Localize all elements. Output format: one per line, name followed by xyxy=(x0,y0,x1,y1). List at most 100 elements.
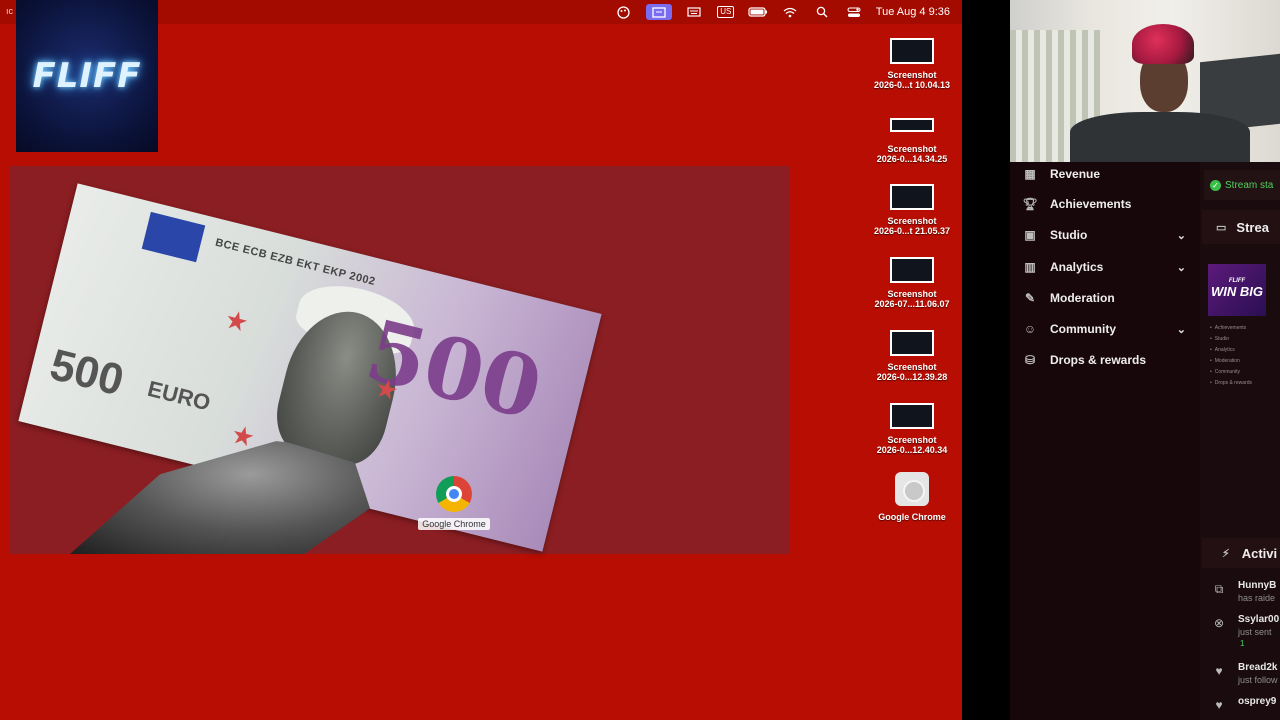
desktop-file[interactable]: Screenshot 2026-0...12.40.34 xyxy=(862,403,962,455)
desktop-file-name: Screenshot xyxy=(887,435,937,445)
search-icon[interactable] xyxy=(812,4,832,20)
desktop-file-sub: 2026-0...t 10.04.13 xyxy=(873,80,951,90)
lightning-icon: ⚡︎ xyxy=(1222,547,1230,560)
desktop-file[interactable]: Screenshot 2026-0...12.39.28 xyxy=(862,330,962,382)
banknote-currency: EURO xyxy=(145,375,213,416)
activity-feed-title: Activi xyxy=(1241,545,1278,561)
mini-nav-label: Achievements xyxy=(1214,324,1247,331)
preview-icon: ▭ xyxy=(1216,221,1227,234)
activity-feed-header[interactable]: ⚡︎ Activi xyxy=(1202,538,1280,568)
menu-bar-clock[interactable]: Tue Aug 4 9:36 xyxy=(876,6,950,18)
desktop-file[interactable]: Screenshot 2026-0...14.34.25 xyxy=(862,112,962,164)
wrench-icon: ✎ xyxy=(1024,291,1036,305)
input-source-label: US xyxy=(717,6,735,18)
revenue-icon: ▦ xyxy=(1024,167,1036,181)
activity-text: just sent xyxy=(1238,627,1272,637)
dragged-chrome-icon[interactable]: Google Chrome xyxy=(418,472,490,530)
sidebar-item-achievements[interactable]: 🏆︎ Achievements xyxy=(1010,192,1200,216)
wifi-icon[interactable] xyxy=(780,4,800,20)
mini-nav-item: • Analytics xyxy=(1210,346,1235,353)
stream-thumbnail[interactable]: FLIFF WIN BIG xyxy=(1208,264,1266,316)
sidebar-item-label: Achievements xyxy=(1050,197,1132,211)
chrome-app-icon xyxy=(895,472,929,506)
star-icon: ★ xyxy=(221,303,252,339)
stream-preview-title: Strea xyxy=(1236,219,1269,235)
sidebar-item-label: Analytics xyxy=(1050,260,1104,274)
sidebar-item-community[interactable]: ☺ Community ⌄ xyxy=(1010,317,1200,341)
desktop-file[interactable]: Screenshot 2026-0...t 10.04.13 xyxy=(862,38,962,90)
desktop-file[interactable]: Screenshot 2026-0...t 21.05.37 xyxy=(862,184,962,236)
desktop-file[interactable]: Screenshot 2026-07...11.06.07 xyxy=(862,257,962,309)
screenshot-thumbnail-icon xyxy=(890,118,934,132)
desktop-file-sub: 2026-0...t 21.05.37 xyxy=(873,226,951,236)
activity-item[interactable]: ⊗ Ssylar00 just sent 1 xyxy=(1200,610,1280,648)
gift-icon: ⊗ xyxy=(1213,616,1225,630)
mini-nav-label: Community xyxy=(1214,368,1241,375)
screenshot-thumbnail-icon xyxy=(890,330,934,356)
desktop: ıc US Tue Aug 4 9:36 FLIFF BCE ECB EZB E… xyxy=(0,0,962,720)
mini-nav-item: • Moderation xyxy=(1210,357,1240,364)
mini-nav-item: • Drops & rewards xyxy=(1210,379,1252,386)
mini-nav-item: • Studio xyxy=(1210,335,1229,342)
chevron-down-icon[interactable]: ⌄ xyxy=(1177,323,1186,336)
screen-share-icon[interactable] xyxy=(645,4,672,20)
mini-nav-label: Moderation xyxy=(1214,357,1240,364)
webcam-feed xyxy=(1010,0,1280,162)
input-source-indicator[interactable]: US xyxy=(716,4,736,20)
activity-item[interactable]: ♥ Bread2k just follow xyxy=(1200,658,1280,692)
sidebar-item-label: Drops & rewards xyxy=(1050,353,1147,367)
check-circle-icon: ✓ xyxy=(1210,179,1221,191)
sidebar-item-label: Studio xyxy=(1050,228,1088,242)
desktop-app-name: Google Chrome xyxy=(878,512,946,522)
activity-user: HunnyB xyxy=(1238,580,1277,591)
screenshot-thumbnail-icon xyxy=(890,38,934,64)
activity-text: has raide xyxy=(1238,593,1276,603)
activity-user: Bread2k xyxy=(1238,662,1278,673)
desktop-file-sub: 2026-0...12.40.34 xyxy=(876,445,948,455)
sidebar-item-analytics[interactable]: ▥ Analytics ⌄ xyxy=(1010,255,1200,279)
sidebar-item-revenue[interactable]: ▦ Revenue xyxy=(1010,162,1200,186)
sidebar-item-moderation[interactable]: ✎ Moderation xyxy=(1010,286,1200,310)
keyboard-icon[interactable] xyxy=(684,4,704,20)
mini-nav-item: • Community xyxy=(1210,368,1241,375)
menu-bar-left-fragment: ıc xyxy=(6,6,14,16)
desktop-file-name: Screenshot xyxy=(887,216,937,226)
screenshot-thumbnail-icon xyxy=(890,257,934,283)
trophy-icon: 🏆︎ xyxy=(1022,197,1038,211)
chevron-down-icon[interactable]: ⌄ xyxy=(1177,261,1186,274)
desktop-file-sub: 2026-0...12.39.28 xyxy=(876,372,948,382)
stream-status-text: Stream sta xyxy=(1225,179,1274,191)
activity-user: Ssylar00 xyxy=(1238,614,1280,625)
drops-icon: ⛁ xyxy=(1024,353,1036,367)
chevron-down-icon[interactable]: ⌄ xyxy=(1177,229,1186,242)
stream-preview-header[interactable]: ▭ Strea xyxy=(1202,210,1280,244)
stream-panel: ✓ Stream sta ▭ Strea FLIFF WIN BIG • Ach… xyxy=(1200,162,1280,720)
sidebar-item-label: Community xyxy=(1050,322,1116,336)
mini-nav-label: Drops & rewards xyxy=(1214,379,1252,386)
activity-item[interactable]: ⧉ HunnyB has raide xyxy=(1200,576,1280,610)
mini-nav-label: Studio xyxy=(1214,335,1229,342)
dashboard-sidebar: ▦ Revenue 🏆︎ Achievements ▣ Studio ⌄ ▥ A… xyxy=(1010,162,1200,720)
banknote-small-value: 500 xyxy=(45,340,129,406)
desktop-file-sub: 2026-0...14.34.25 xyxy=(876,154,948,164)
sidebar-item-drops-rewards[interactable]: ⛁ Drops & rewards xyxy=(1010,348,1200,372)
mini-nav-label: Analytics xyxy=(1214,346,1235,353)
analytics-icon: ▥ xyxy=(1024,260,1036,274)
heart-icon: ♥ xyxy=(1215,664,1223,678)
activity-text: just follow xyxy=(1238,675,1278,685)
battery-icon[interactable] xyxy=(748,4,768,20)
desktop-file-sub: 2026-07...11.06.07 xyxy=(874,299,950,309)
desktop-app-chrome[interactable]: Google Chrome xyxy=(862,472,962,522)
desktop-file-name: Screenshot xyxy=(887,289,937,299)
stream-status: ✓ Stream sta xyxy=(1204,170,1280,200)
stream-preview-mini-nav: • Achievements • Studio • Analytics • Mo… xyxy=(1210,322,1276,386)
webcam-hair xyxy=(1132,24,1194,64)
sidebar-item-label: Revenue xyxy=(1050,167,1101,181)
activity-item[interactable]: ♥ osprey9 xyxy=(1200,692,1280,720)
palette-icon[interactable] xyxy=(614,4,634,20)
fliff-logo: FLIFF xyxy=(16,0,158,152)
community-icon: ☺ xyxy=(1023,322,1037,336)
sidebar-item-studio[interactable]: ▣ Studio ⌄ xyxy=(1010,223,1200,247)
eu-flag-icon xyxy=(141,211,206,263)
control-center-icon[interactable] xyxy=(844,4,864,20)
